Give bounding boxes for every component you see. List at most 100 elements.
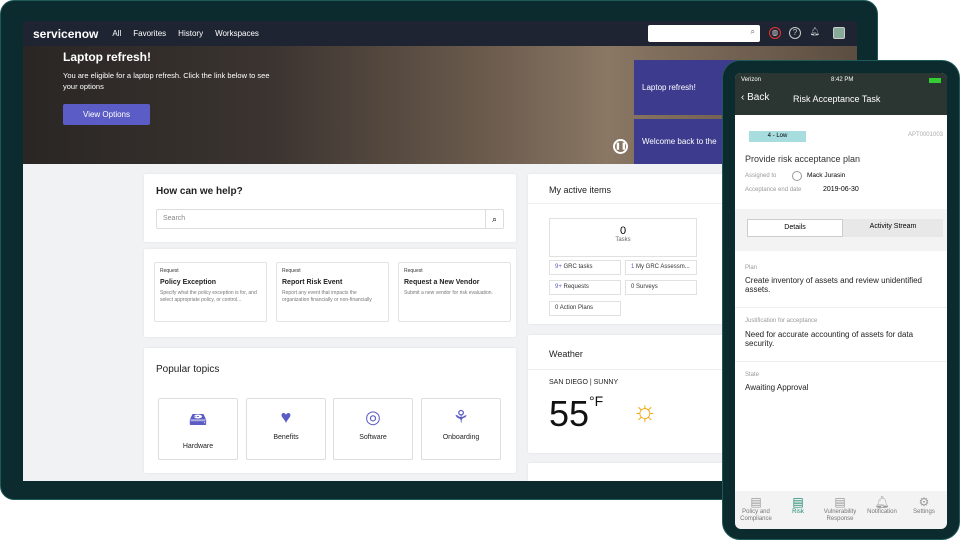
tasks-tile[interactable]: 0 Tasks: [549, 218, 697, 257]
bottom-tab-notification[interactable]: 🔔︎ Notification: [861, 495, 903, 516]
battery-icon: [929, 78, 941, 83]
field-value: Create inventory of assets and review un…: [745, 276, 922, 294]
globe-icon[interactable]: ◍: [769, 27, 781, 39]
bottom-tab-risk[interactable]: ▤ Risk: [777, 495, 819, 516]
bottom-tab-label: Policy and Compliance: [740, 509, 772, 522]
sun-icon: ☼: [632, 395, 658, 426]
requests-card: Request Policy Exception Specify what the …: [144, 249, 516, 337]
request-name: Policy Exception: [160, 279, 217, 286]
topic-label: Onboarding: [442, 434, 480, 441]
topic-onboarding[interactable]: ⚘ Onboarding: [421, 398, 501, 460]
field-value: Need for accurate accounting of assets f…: [745, 330, 914, 348]
priority-badge: 4 - Low: [749, 131, 806, 142]
clock: 8:42 PM: [831, 77, 854, 83]
field-value: Awaiting Approval: [745, 383, 809, 392]
servicenow-logo[interactable]: servicenow: [33, 27, 98, 41]
help-title: How can we help?: [156, 186, 243, 197]
chip-surveys[interactable]: 0 Surveys: [625, 280, 697, 295]
carrier: Verizon: [741, 77, 762, 83]
task-title: Provide risk acceptance plan: [745, 154, 861, 164]
weather-title: Weather: [549, 349, 583, 359]
bell-icon: 🔔︎: [874, 495, 890, 509]
active-items-card: My active items 0 Tasks 9+ GRC tasks 1 My…: [528, 174, 728, 324]
nav-workspaces[interactable]: Workspaces: [215, 29, 259, 38]
chip-action-plans[interactable]: 0 Action Plans: [549, 301, 621, 316]
bell-icon[interactable]: 🔔︎: [809, 27, 821, 39]
task-details: Plan Create inventory of assets and revi…: [735, 251, 947, 491]
global-search-input[interactable]: ⌕: [648, 25, 760, 42]
request-desc: Submit a new vendor for risk evaluation.: [404, 290, 493, 296]
bottom-tab-label: Settings: [913, 509, 935, 515]
field-label: Plan: [745, 265, 758, 271]
tasks-label: Tasks: [615, 237, 631, 243]
request-desc: Report any event that impacts the organi…: [282, 290, 372, 303]
search-icon[interactable]: ⌕: [485, 210, 503, 228]
assigned-user: Mack Jurasin: [807, 172, 846, 179]
task-number: APT0001003: [907, 132, 943, 138]
document-icon: ▤: [750, 495, 762, 509]
weather-temp: 55°F: [549, 393, 604, 434]
software-icon: ◎: [365, 407, 381, 427]
topic-hardware[interactable]: 🖴 Hardware: [158, 398, 238, 460]
mobile-title: Risk Acceptance Task: [793, 94, 881, 104]
request-type: Request: [282, 268, 301, 274]
search-placeholder: Search: [163, 215, 186, 222]
nav-favorites[interactable]: Favorites: [133, 29, 166, 38]
bottom-tab-label: Notification: [867, 509, 897, 515]
topic-software[interactable]: ◎ Software: [333, 398, 413, 460]
chip-requests[interactable]: 9+ Requests: [549, 280, 621, 295]
help-card: How can we help? Search ⌕: [144, 174, 516, 242]
request-type: Request: [160, 268, 179, 274]
help-icon[interactable]: ?: [789, 27, 801, 39]
end-date-label: Acceptance end date: [745, 187, 802, 193]
mobile-screen: Verizon 8:42 PM ‹ Back Risk Acceptance T…: [735, 73, 947, 529]
extra-card: [528, 463, 728, 481]
gear-icon: ⚙: [918, 495, 930, 509]
document-icon: ▤: [834, 495, 846, 509]
avatar[interactable]: [833, 27, 845, 39]
chip-grc-assessments[interactable]: 1 My GRC Assessm...: [625, 260, 697, 275]
top-nav: servicenow All Favorites History Workspa…: [23, 21, 857, 46]
bottom-tab-vulnerability[interactable]: ▤ Vulnerability Response: [819, 495, 861, 523]
bottom-tab-policy[interactable]: ▤ Policy and Compliance: [735, 495, 777, 523]
help-search-input[interactable]: Search ⌕: [156, 209, 504, 229]
nav-history[interactable]: History: [178, 29, 203, 38]
request-name: Report Risk Event: [282, 279, 343, 286]
request-type: Request: [404, 268, 423, 274]
mobile-header: Verizon 8:42 PM ‹ Back Risk Acceptance T…: [735, 73, 947, 115]
request-new-vendor[interactable]: Request Request a New Vendor Submit a new …: [398, 262, 511, 322]
popular-title: Popular topics: [156, 364, 220, 375]
view-options-button[interactable]: View Options: [63, 104, 150, 125]
onboarding-icon: ⚘: [452, 407, 470, 427]
popular-topics-card: Popular topics 🖴 Hardware ♥ Benefits ◎ Soft…: [144, 348, 516, 473]
request-policy-exception[interactable]: Request Policy Exception Specify what the …: [154, 262, 267, 322]
hero-title: Laptop refresh!: [63, 50, 152, 64]
tasks-count: 0: [619, 225, 627, 237]
assigned-label: Assigned to: [745, 173, 777, 179]
hero-text: You are eligible for a laptop refresh. C…: [63, 71, 270, 91]
benefits-icon: ♥: [280, 407, 292, 427]
hardware-icon: 🖴: [188, 409, 208, 429]
back-button[interactable]: ‹ Back: [741, 92, 769, 103]
search-icon: ⌕: [750, 27, 755, 36]
pause-icon[interactable]: ❚❚: [613, 139, 628, 154]
tab-details[interactable]: Details: [747, 219, 843, 237]
topic-label: Software: [359, 434, 387, 441]
weather-location: SAN DIEGO | SUNNY: [549, 379, 619, 386]
topic-label: Hardware: [182, 443, 214, 450]
tab-activity-stream[interactable]: Activity Stream: [843, 219, 943, 237]
nav-all[interactable]: All: [112, 29, 121, 38]
request-desc: Specify what the policy exception is for…: [160, 290, 257, 303]
topic-label: Benefits: [273, 434, 299, 441]
task-summary: 4 - Low APT0001003 Provide risk acceptan…: [735, 115, 947, 209]
topic-benefits[interactable]: ♥ Benefits: [246, 398, 326, 460]
mobile-phone: Verizon 8:42 PM ‹ Back Risk Acceptance T…: [722, 60, 960, 540]
user-icon: [792, 171, 802, 181]
bottom-tab-settings[interactable]: ⚙ Settings: [903, 495, 945, 516]
bottom-tab-label: Risk: [792, 509, 804, 515]
chip-grc-tasks[interactable]: 9+ GRC tasks: [549, 260, 621, 275]
bottom-tab-label: Vulnerability Response: [823, 509, 857, 522]
field-label: State: [745, 372, 760, 378]
active-title: My active items: [549, 185, 612, 195]
request-report-risk[interactable]: Request Report Risk Event Report any event…: [276, 262, 389, 322]
